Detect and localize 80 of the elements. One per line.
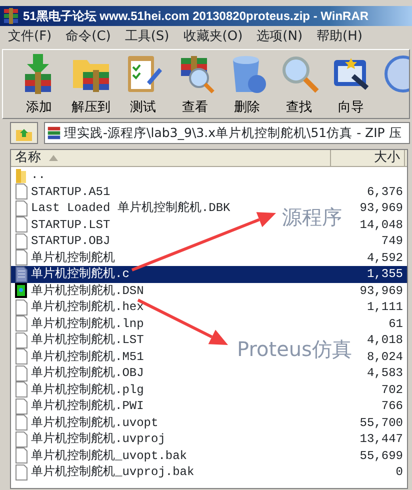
file-icon [13,464,29,481]
toolbar-button[interactable]: 删除 [223,50,271,118]
file-size: 0 [396,465,403,480]
file-icon [13,414,29,432]
file-size: 1,355 [366,267,403,282]
column-header[interactable]: 大小 [331,150,405,166]
toolbar-button[interactable]: 查找 [275,50,323,118]
toolbar-button[interactable]: 添加 [15,50,63,118]
file-name: 单片机控制舵机.PWI [31,398,144,416]
file-name: .. [31,167,46,184]
file-name: 单片机控制舵机.plg [31,382,144,399]
file-size: 6,376 [366,184,403,199]
text-file-icon [13,266,29,283]
file-size: 13,447 [360,432,403,446]
annotation-text: Proteus仿真 [237,336,352,363]
file-name: 单片机控制舵机_uvproj.bak [31,464,194,482]
file-name: 单片机控制舵机.DSN [31,282,144,300]
address-field[interactable]: 理实践-源程序\lab3_9\3.x单片机控制舵机\51仿真 - ZIP 压 [44,122,410,144]
file-name: 单片机控制舵机.uvproj [31,431,166,448]
schematic-file-icon [13,282,29,300]
toolbar-button[interactable]: 解压到 [67,50,115,118]
file-name: 单片机控制舵机.uvopt [31,414,158,432]
file-name: 单片机控制舵机.c [31,266,130,284]
file-icon [13,398,29,415]
file-icon [13,183,29,200]
file-size: 1,111 [366,300,403,314]
file-name: 单片机控制舵机.lnp [31,316,144,333]
file-name: 单片机控制舵机.LST [31,332,144,350]
file-size: 55,700 [360,416,403,430]
file-name: STARTUP.OBJ [31,233,110,250]
file-size: 8,024 [366,350,403,364]
archive-icon [47,126,61,140]
file-icon [13,381,29,398]
file-icon [13,249,29,266]
file-size: 55,699 [360,448,403,463]
file-size: 61 [388,316,403,331]
file-name: 单片机控制舵机.OBJ [31,365,144,382]
menu-item[interactable]: 收藏夹(O) [183,27,243,47]
file-icon [13,232,29,250]
file-size: 702 [381,382,403,397]
file-name: 单片机控制舵机.hex [31,299,144,316]
file-icon [13,348,29,366]
toolbar-button[interactable]: 向导 [327,50,375,118]
menu-item[interactable]: 命令(C) [66,27,111,47]
file-name: Last Loaded 单片机控制舵机.DBK [31,200,230,218]
file-icon [13,332,29,349]
window-title: 51黑电子论坛 www.51hei.com 20130820proteus.zip - WinRAR [23,8,369,25]
menu-item[interactable]: 工具(S) [124,27,170,47]
folder-up-icon [15,126,33,141]
file-size: 4,592 [366,250,403,265]
file-icon [13,216,29,234]
file-name: 单片机控制舵机_uvopt.bak [31,448,188,465]
file-size: 766 [381,399,403,414]
file-size: 14,048 [360,218,403,232]
file-icon [13,200,29,217]
folder-icon [13,166,29,184]
annotation-text: 源程序 [282,204,342,231]
file-name: 单片机控制舵机.M51 [31,348,144,366]
winrar-logo-icon [3,8,19,24]
file-size: 749 [381,234,403,248]
file-icon [13,364,29,382]
file-size: 93,969 [360,284,403,298]
file-icon [13,447,29,464]
file-icon [13,430,29,448]
file-name: 单片机控制舵机 [31,250,115,267]
file-icon [13,315,29,332]
up-folder-button[interactable] [10,122,38,144]
file-size: 4,583 [366,366,403,380]
toolbar-button[interactable]: 查看 [171,50,219,118]
toolbar-button[interactable]: 测试 [119,50,167,118]
menu-item[interactable]: 帮助(H) [316,27,362,47]
file-name: STARTUP.LST [31,216,110,234]
file-name: STARTUP.A51 [31,184,110,201]
menu-item[interactable]: 选项(N) [256,27,303,47]
file-row[interactable]: 单片机控制舵机.c 1,355 [11,266,407,282]
file-icon [13,298,29,316]
file-size: 4,018 [366,333,403,348]
column-header[interactable]: 名称 [11,150,331,166]
file-size: 93,969 [360,201,403,216]
menu-item[interactable]: 文件(F) [8,27,52,47]
